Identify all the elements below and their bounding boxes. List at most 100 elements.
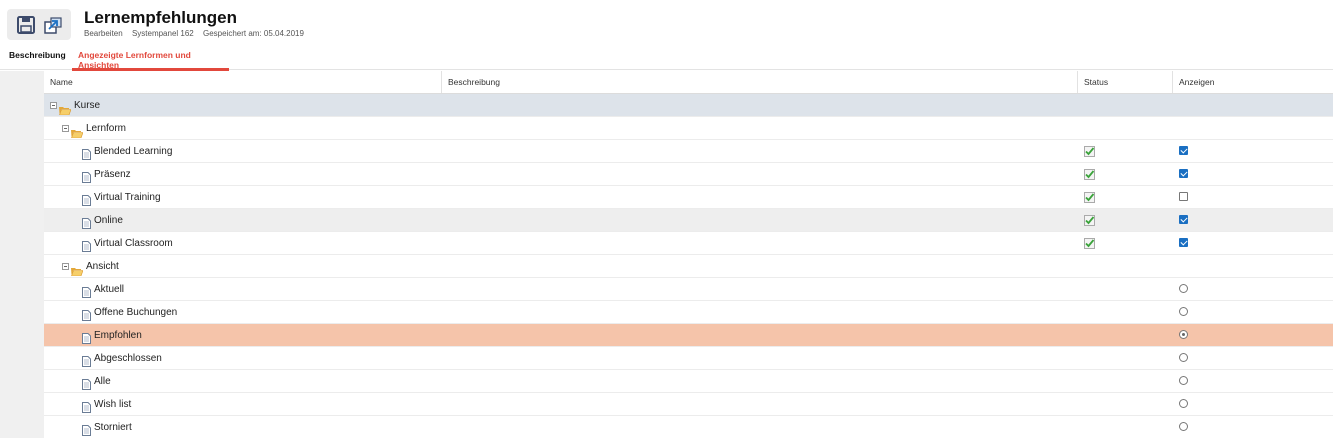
row-label: Abgeschlossen <box>94 353 162 364</box>
document-icon <box>82 399 91 413</box>
name-cell: Lernform <box>62 117 126 140</box>
show-cell <box>1179 192 1190 203</box>
status-check-icon <box>1084 215 1095 226</box>
table-row[interactable]: Online <box>44 209 1333 232</box>
name-cell: Virtual Training <box>82 186 161 209</box>
table-row[interactable]: Empfohlen <box>44 324 1333 347</box>
folder-open-icon <box>71 124 84 139</box>
table-row[interactable]: Aktuell <box>44 278 1333 301</box>
tree-table: Name Beschreibung Status Anzeigen Kurse L… <box>44 71 1333 438</box>
name-cell: Alle <box>82 370 111 393</box>
table-row[interactable]: Virtual Classroom <box>44 232 1333 255</box>
document-icon <box>82 353 91 367</box>
status-check-icon <box>1084 238 1095 249</box>
name-cell: Virtual Classroom <box>82 232 173 255</box>
status-check-icon <box>1084 146 1095 157</box>
table-header: Name Beschreibung Status Anzeigen <box>44 71 1333 94</box>
column-header-status[interactable]: Status <box>1078 71 1173 93</box>
show-checkbox[interactable] <box>1179 215 1188 224</box>
row-label: Blended Learning <box>94 146 173 157</box>
meta-panel: Systempanel 162 <box>131 29 194 38</box>
page-header: Lernempfehlungen Bearbeiten Systempanel … <box>0 0 1333 71</box>
name-cell: Blended Learning <box>82 140 172 163</box>
table-row[interactable]: Alle <box>44 370 1333 393</box>
show-radio[interactable] <box>1179 307 1188 316</box>
collapse-toggle-icon[interactable] <box>62 125 69 132</box>
column-header-beschreibung[interactable]: Beschreibung <box>442 71 1078 93</box>
document-icon <box>82 215 91 229</box>
row-label: Offene Buchungen <box>94 307 178 318</box>
document-icon <box>82 146 91 160</box>
name-cell: Wish list <box>82 393 131 416</box>
save-icon[interactable] <box>16 15 36 35</box>
row-label: Wish list <box>94 399 132 410</box>
table-row[interactable]: Virtual Training <box>44 186 1333 209</box>
column-header-anzeigen[interactable]: Anzeigen <box>1173 71 1333 93</box>
show-cell <box>1179 146 1190 157</box>
name-cell: Offene Buchungen <box>82 301 177 324</box>
table-row[interactable]: Präsenz <box>44 163 1333 186</box>
show-radio[interactable] <box>1179 284 1188 293</box>
name-cell: Empfohlen <box>82 324 142 347</box>
show-cell <box>1179 330 1190 341</box>
status-check-icon <box>1084 169 1095 180</box>
table-row[interactable]: Blended Learning <box>44 140 1333 163</box>
tree-folder-row[interactable]: Ansicht <box>44 255 1333 278</box>
tree-folder-row[interactable]: Lernform <box>44 117 1333 140</box>
column-header-name[interactable]: Name <box>44 71 442 93</box>
show-radio[interactable] <box>1179 330 1188 339</box>
name-cell: Abgeschlossen <box>82 347 162 370</box>
row-label: Präsenz <box>94 169 131 180</box>
document-icon <box>82 330 91 344</box>
show-cell <box>1179 238 1190 249</box>
row-label: Online <box>94 215 123 226</box>
row-label: Lernform <box>86 123 127 134</box>
meta-saved: Gespeichert am: 05.04.2019 <box>203 29 304 38</box>
table-row[interactable]: Offene Buchungen <box>44 301 1333 324</box>
show-checkbox[interactable] <box>1179 192 1188 201</box>
folder-open-icon <box>71 262 84 277</box>
show-radio[interactable] <box>1179 353 1188 362</box>
document-icon <box>82 376 91 390</box>
export-icon[interactable] <box>43 15 63 35</box>
show-cell <box>1179 284 1190 295</box>
row-label: Ansicht <box>86 261 119 272</box>
show-radio[interactable] <box>1179 376 1188 385</box>
show-checkbox[interactable] <box>1179 146 1188 155</box>
document-icon <box>82 169 91 183</box>
meta-mode: Bearbeiten <box>84 29 123 38</box>
document-icon <box>82 307 91 321</box>
name-cell: Online <box>82 209 123 232</box>
document-icon <box>82 238 91 252</box>
name-cell: Präsenz <box>82 163 131 186</box>
name-cell: Ansicht <box>62 255 119 278</box>
document-icon <box>82 422 91 436</box>
document-icon <box>82 284 91 298</box>
show-cell <box>1179 215 1190 226</box>
table-row[interactable]: Wish list <box>44 393 1333 416</box>
table-row[interactable]: Abgeschlossen <box>44 347 1333 370</box>
show-checkbox[interactable] <box>1179 238 1188 247</box>
name-cell: Kurse <box>50 94 100 117</box>
show-cell <box>1179 169 1190 180</box>
page-title: Lernempfehlungen <box>84 8 238 27</box>
show-checkbox[interactable] <box>1179 169 1188 178</box>
show-cell <box>1179 422 1190 433</box>
tab-lernformen-ansichten[interactable]: Angezeigte Lernformen und Ansichten <box>72 50 229 71</box>
show-cell <box>1179 376 1190 387</box>
show-radio[interactable] <box>1179 422 1188 431</box>
table-body: Kurse Lernform Blended Learning Präsenz Virt… <box>44 94 1333 438</box>
row-label: Virtual Classroom <box>94 238 173 249</box>
name-cell: Storniert <box>82 416 132 438</box>
show-radio[interactable] <box>1179 399 1188 408</box>
tree-folder-row[interactable]: Kurse <box>44 94 1333 117</box>
table-row[interactable]: Storniert <box>44 416 1333 438</box>
show-cell <box>1179 353 1190 364</box>
folder-open-icon <box>59 101 72 116</box>
show-cell <box>1179 307 1190 318</box>
collapse-toggle-icon[interactable] <box>62 263 69 270</box>
name-cell: Aktuell <box>82 278 124 301</box>
tab-beschreibung[interactable]: Beschreibung <box>9 50 66 70</box>
collapse-toggle-icon[interactable] <box>50 102 57 109</box>
show-cell <box>1179 399 1190 410</box>
